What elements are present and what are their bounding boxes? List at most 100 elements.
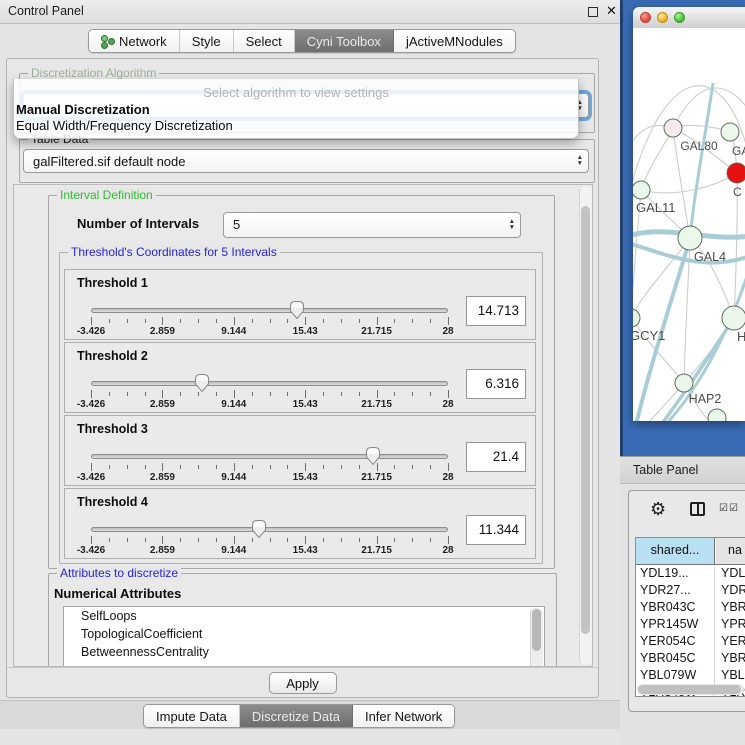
threshold-slider[interactable]: -3.4262.8599.14415.4321.71528	[91, 446, 448, 484]
table-toolbar: ⚙ ☑☑	[629, 491, 745, 535]
table-cell: YBL079W	[640, 667, 715, 684]
tab-style[interactable]: Style	[180, 30, 234, 52]
network-node[interactable]	[633, 181, 650, 199]
table-cell: YPR145W	[640, 616, 715, 633]
network-edge[interactable]	[641, 128, 673, 190]
network-node[interactable]	[675, 374, 693, 392]
network-edge[interactable]	[690, 83, 713, 238]
node-label: C	[733, 185, 742, 199]
node-label: GAL4	[694, 250, 726, 264]
tick-mark	[234, 536, 235, 544]
tick-mark	[412, 465, 413, 469]
tick-mark	[341, 392, 342, 396]
threshold-value-field[interactable]: 11.344	[466, 515, 526, 545]
network-window-titlebar[interactable]	[633, 7, 745, 29]
table-row[interactable]: YER054CYER0	[636, 633, 745, 650]
tab-impute-data[interactable]: Impute Data	[144, 705, 240, 727]
control-panel-title: Control Panel	[8, 4, 84, 18]
network-node[interactable]	[721, 123, 739, 141]
network-edge[interactable]	[633, 238, 690, 318]
scrollbar-thumb[interactable]	[532, 609, 541, 651]
network-node[interactable]	[727, 163, 745, 183]
settings-scrollbar[interactable]	[579, 186, 592, 665]
tab-label: Infer Network	[365, 709, 442, 724]
network-node[interactable]	[722, 306, 745, 330]
threshold-value-field[interactable]: 21.4	[466, 442, 526, 472]
tick-mark	[91, 463, 92, 471]
float-window-icon[interactable]	[588, 7, 598, 17]
network-canvas[interactable]: GAL80GACGAL11GAL4GCY1HHAP2	[633, 28, 745, 421]
tab-discretize-data[interactable]: Discretize Data	[240, 705, 353, 727]
table-row[interactable]: YPR145WYPR1	[636, 616, 745, 633]
close-traffic-light-icon[interactable]	[640, 12, 651, 23]
tick-label: 21.715	[361, 545, 392, 556]
slider-thumb[interactable]	[365, 446, 381, 466]
slider-thumb[interactable]	[251, 519, 267, 539]
number-of-intervals-label: Number of Intervals	[77, 216, 199, 231]
tick-mark	[430, 319, 431, 323]
attribute-item-selfloops[interactable]: SelfLoops	[64, 607, 544, 625]
apply-button[interactable]: Apply	[269, 672, 337, 694]
table-cell: YBR0	[721, 650, 745, 667]
zoom-traffic-light-icon[interactable]	[674, 12, 685, 23]
table-header: shared...na	[636, 538, 745, 565]
tick-mark	[359, 465, 360, 469]
close-icon[interactable]: ✕	[606, 3, 617, 19]
gear-icon[interactable]: ⚙	[650, 499, 666, 520]
threshold-value-field[interactable]: 14.713	[466, 296, 526, 326]
scrollbar-thumb[interactable]	[581, 206, 590, 634]
tick-label: 9.144	[221, 399, 246, 410]
table-row[interactable]: YDR27...YDR2	[636, 582, 745, 599]
column-header-shared[interactable]: shared...	[636, 538, 715, 564]
threshold-value-field[interactable]: 6.316	[466, 369, 526, 399]
slider-thumb[interactable]	[289, 300, 305, 320]
tick-label: 15.43	[293, 545, 318, 556]
threshold-slider[interactable]: -3.4262.8599.14415.4321.71528	[91, 300, 448, 338]
apply-row: Apply	[7, 667, 598, 698]
algorithm-option-equal-width-frequency-discretization[interactable]: Equal Width/Frequency Discretization	[14, 118, 578, 134]
columns-icon[interactable]	[690, 502, 705, 516]
select-columns-icon[interactable]: ☑☑	[719, 503, 739, 514]
minimize-traffic-light-icon[interactable]	[657, 12, 668, 23]
tab-cyni-toolbox[interactable]: Cyni Toolbox	[295, 30, 394, 52]
tick-mark	[448, 317, 449, 325]
tick-label: 28	[442, 399, 453, 410]
tick-mark	[91, 536, 92, 544]
tick-label: 9.144	[221, 326, 246, 337]
attribute-item-betweennesscentrality[interactable]: BetweennessCentrality	[64, 643, 544, 661]
table-row[interactable]: YBL079W YBL0	[636, 667, 745, 684]
tick-mark	[377, 390, 378, 398]
table-cell: YBL0	[721, 667, 745, 684]
scrollbar-thumb[interactable]	[638, 685, 741, 694]
table-data-combobox[interactable]: galFiltered.sif default node ▲▼	[23, 149, 589, 173]
tick-mark	[448, 536, 449, 544]
table-row[interactable]: YBR045CYBR0	[636, 650, 745, 667]
slider-thumb[interactable]	[194, 373, 210, 393]
network-node[interactable]	[678, 226, 702, 250]
network-node[interactable]	[708, 409, 726, 421]
tab-network[interactable]: Network	[89, 30, 180, 52]
table-row[interactable]: YDL19...YDL1	[636, 565, 745, 582]
network-edge[interactable]	[641, 173, 737, 193]
table-cell: YBR0	[721, 599, 745, 616]
node-table: shared...na YDL19...YDL1YDR27...YDR2YBR0…	[635, 537, 745, 697]
num-intervals-combobox[interactable]: 5 ▲▼	[223, 212, 521, 238]
column-header-na[interactable]: na	[716, 538, 745, 564]
table-hscrollbar[interactable]	[637, 684, 744, 695]
network-node[interactable]	[664, 119, 682, 137]
table-row[interactable]: YBR043CYBR0	[636, 599, 745, 616]
tick-label: 21.715	[361, 399, 392, 410]
tick-mark	[359, 319, 360, 323]
tab-jactivemnodules[interactable]: jActiveMNodules	[394, 30, 515, 52]
algorithm-option-manual-discretization[interactable]: Manual Discretization	[14, 102, 578, 118]
table-cell: YDL1	[721, 565, 745, 582]
tick-label: 9.144	[221, 472, 246, 483]
tab-select[interactable]: Select	[234, 30, 295, 52]
threshold-slider[interactable]: -3.4262.8599.14415.4321.71528	[91, 519, 448, 557]
attributes-list-scrollbar[interactable]	[530, 608, 543, 667]
attribute-item-topologicalcoefficient[interactable]: TopologicalCoefficient	[64, 625, 544, 643]
network-node[interactable]	[633, 309, 640, 327]
tick-mark	[234, 463, 235, 471]
tab-infer-network[interactable]: Infer Network	[353, 705, 454, 727]
threshold-slider[interactable]: -3.4262.8599.14415.4321.71528	[91, 373, 448, 411]
